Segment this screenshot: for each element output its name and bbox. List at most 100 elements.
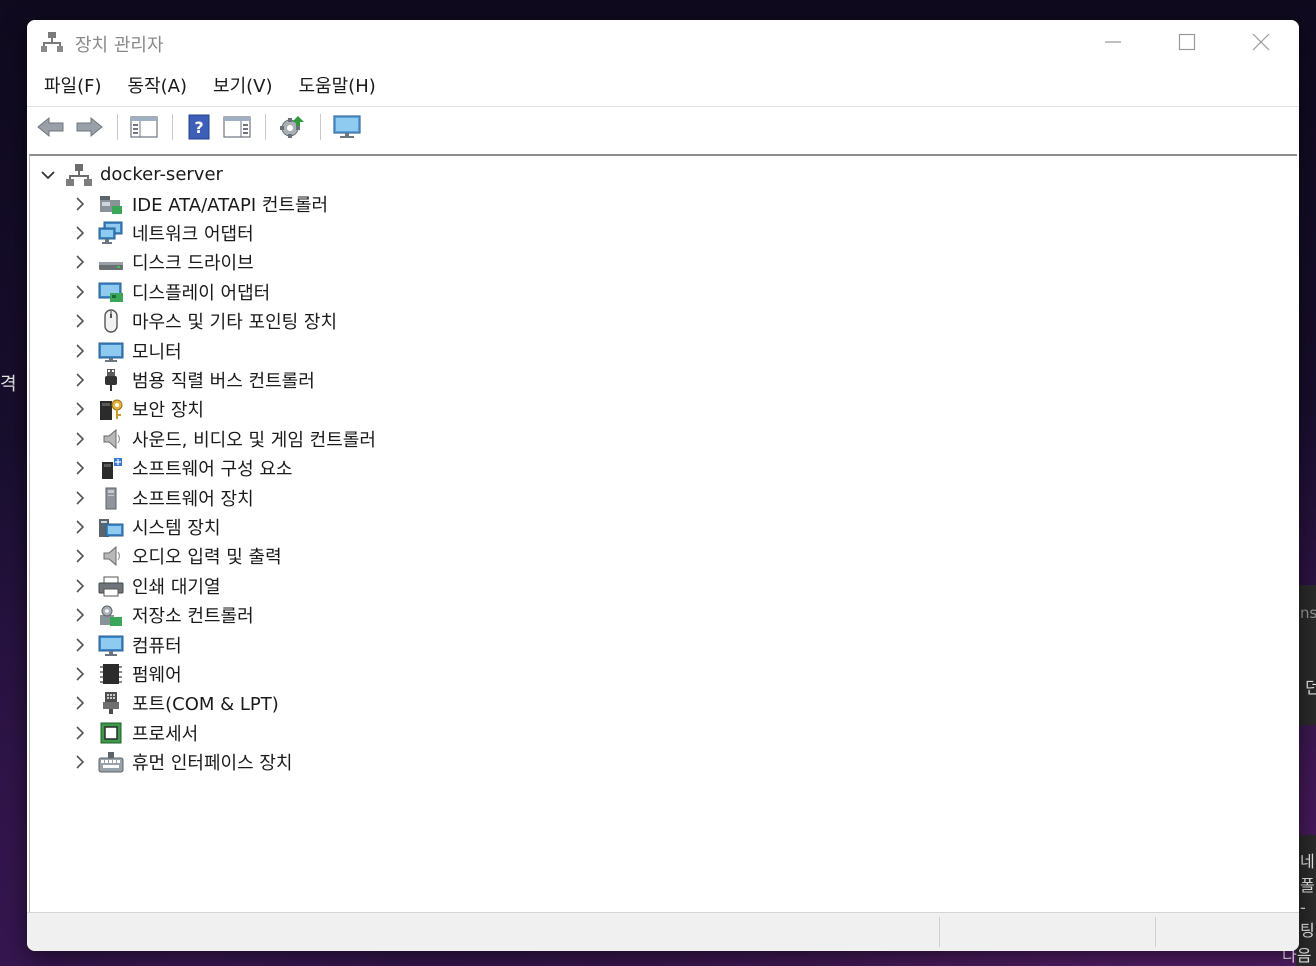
- close-button[interactable]: [1229, 20, 1293, 64]
- forward-button[interactable]: [71, 111, 107, 143]
- menu-help[interactable]: 도움말(H): [290, 68, 385, 102]
- tree-item[interactable]: 소프트웨어 구성 요소: [70, 454, 376, 483]
- tree-root-node[interactable]: docker-server: [38, 160, 223, 189]
- security-device-icon: [98, 397, 124, 421]
- tree-item[interactable]: 휴먼 인터페이스 장치: [70, 747, 376, 776]
- chevron-right-icon[interactable]: [70, 399, 90, 419]
- chevron-right-icon[interactable]: [70, 429, 90, 449]
- ide-controller-icon: [98, 192, 124, 216]
- chevron-right-icon[interactable]: [70, 752, 90, 772]
- tree-item-label: 인쇄 대기열: [132, 576, 221, 598]
- tree-item[interactable]: 컴퓨터: [70, 630, 376, 659]
- device-manager-window: 장치 관리자 파일(F) 동작(A) 보기(V) 도움말(H) ? docker…: [27, 20, 1299, 951]
- tree-item-label: IDE ATA/ATAPI 컨트롤러: [132, 194, 329, 216]
- mouse-icon: [98, 309, 124, 333]
- tree-item-label: 프로세서: [132, 723, 199, 745]
- chevron-right-icon[interactable]: [70, 693, 90, 713]
- tree-item[interactable]: 네트워크 어댑터: [70, 218, 376, 247]
- chevron-right-icon[interactable]: [70, 282, 90, 302]
- storage-controller-icon: [98, 603, 124, 627]
- menu-view[interactable]: 보기(V): [204, 68, 281, 102]
- svg-text:?: ?: [194, 118, 203, 137]
- processor-icon: [98, 721, 124, 745]
- chevron-right-icon[interactable]: [70, 517, 90, 537]
- tree-item[interactable]: 디스크 드라이브: [70, 248, 376, 277]
- scan-hardware-changes-button[interactable]: [274, 111, 310, 143]
- tree-item[interactable]: 사운드, 비디오 및 게임 컨트롤러: [70, 424, 376, 453]
- background-window-text: ns: [1300, 604, 1316, 622]
- status-pane-divider: [939, 917, 940, 947]
- tree-item-label: 저장소 컨트롤러: [132, 606, 254, 628]
- device-manager-app-icon: [41, 32, 63, 52]
- chevron-right-icon[interactable]: [70, 605, 90, 625]
- printer-icon: [98, 574, 124, 598]
- software-device-icon: [98, 486, 124, 510]
- tree-item[interactable]: 저장소 컨트롤러: [70, 600, 376, 629]
- tree-item[interactable]: 소프트웨어 장치: [70, 483, 376, 512]
- chevron-right-icon[interactable]: [70, 194, 90, 214]
- help-button[interactable]: ?: [181, 111, 217, 143]
- chevron-right-icon[interactable]: [70, 223, 90, 243]
- forward-arrow-icon: [76, 116, 103, 138]
- chevron-right-icon[interactable]: [70, 252, 90, 272]
- software-component-icon: [98, 456, 124, 480]
- chevron-right-icon[interactable]: [70, 576, 90, 596]
- toolbar-separator: [117, 114, 118, 140]
- chevron-right-icon[interactable]: [70, 635, 90, 655]
- tree-item-label: 오디오 입력 및 출력: [132, 547, 282, 569]
- menu-file[interactable]: 파일(F): [35, 68, 111, 102]
- maximize-button[interactable]: [1155, 20, 1219, 64]
- tree-item-label: 네트워크 어댑터: [132, 224, 254, 246]
- tree-item-label: 포트(COM & LPT): [132, 694, 279, 716]
- chevron-right-icon[interactable]: [70, 488, 90, 508]
- minimize-icon: [1105, 41, 1121, 43]
- action-pane-icon: [223, 116, 251, 138]
- tree-item-label: 펌웨어: [132, 664, 182, 686]
- tree-item-label: 시스템 장치: [132, 517, 221, 539]
- network-adapter-icon: [98, 221, 124, 245]
- chevron-down-icon[interactable]: [38, 165, 58, 185]
- minimize-button[interactable]: [1081, 20, 1145, 64]
- tree-item-label: 소프트웨어 장치: [132, 488, 254, 510]
- tree-item[interactable]: 시스템 장치: [70, 512, 376, 541]
- tree-item[interactable]: 인쇄 대기열: [70, 571, 376, 600]
- tree-item[interactable]: IDE ATA/ATAPI 컨트롤러: [70, 189, 376, 218]
- background-window-text: 던: [1305, 678, 1316, 697]
- speaker-icon: [98, 427, 124, 451]
- back-button[interactable]: [33, 111, 69, 143]
- tree-root-label: docker-server: [100, 164, 223, 185]
- scan-hardware-icon: [280, 116, 304, 138]
- show-hide-console-tree-button[interactable]: [126, 111, 162, 143]
- chevron-right-icon[interactable]: [70, 311, 90, 331]
- window-title: 장치 관리자: [75, 35, 164, 56]
- tree-item-label: 소프트웨어 구성 요소: [132, 459, 293, 481]
- chevron-right-icon[interactable]: [70, 458, 90, 478]
- chevron-right-icon[interactable]: [70, 370, 90, 390]
- back-arrow-icon: [37, 116, 64, 138]
- chevron-right-icon[interactable]: [70, 664, 90, 684]
- chevron-right-icon[interactable]: [70, 723, 90, 743]
- tree-item[interactable]: 포트(COM & LPT): [70, 689, 376, 718]
- tree-item[interactable]: 펌웨어: [70, 659, 376, 688]
- properties-pane-button[interactable]: [219, 111, 255, 143]
- tree-item-label: 휴먼 인터페이스 장치: [132, 753, 293, 775]
- chevron-right-icon[interactable]: [70, 546, 90, 566]
- tree-item[interactable]: 마우스 및 기타 포인팅 장치: [70, 307, 376, 336]
- tree-item[interactable]: 프로세서: [70, 718, 376, 747]
- tree-item[interactable]: 보안 장치: [70, 395, 376, 424]
- tree-item[interactable]: 범용 직렬 버스 컨트롤러: [70, 365, 376, 394]
- title-bar[interactable]: 장치 관리자: [27, 20, 1299, 64]
- port-icon: [98, 691, 124, 715]
- desktop-text-fragment: 격: [0, 374, 17, 395]
- chevron-right-icon[interactable]: [70, 341, 90, 361]
- tree-item[interactable]: 모니터: [70, 336, 376, 365]
- monitor-button[interactable]: [329, 111, 365, 143]
- tree-item[interactable]: 오디오 입력 및 출력: [70, 542, 376, 571]
- device-tree-pane: docker-server IDE ATA/ATAPI 컨트롤러네트워크 어댑터…: [29, 154, 1297, 915]
- help-question-icon: ?: [188, 114, 210, 140]
- tree-item[interactable]: 디스플레이 어댑터: [70, 277, 376, 306]
- toolbar: ?: [27, 107, 1299, 147]
- tree-item-label: 컴퓨터: [132, 635, 182, 657]
- tree-item-label: 디스플레이 어댑터: [132, 282, 271, 304]
- menu-action[interactable]: 동작(A): [119, 68, 196, 102]
